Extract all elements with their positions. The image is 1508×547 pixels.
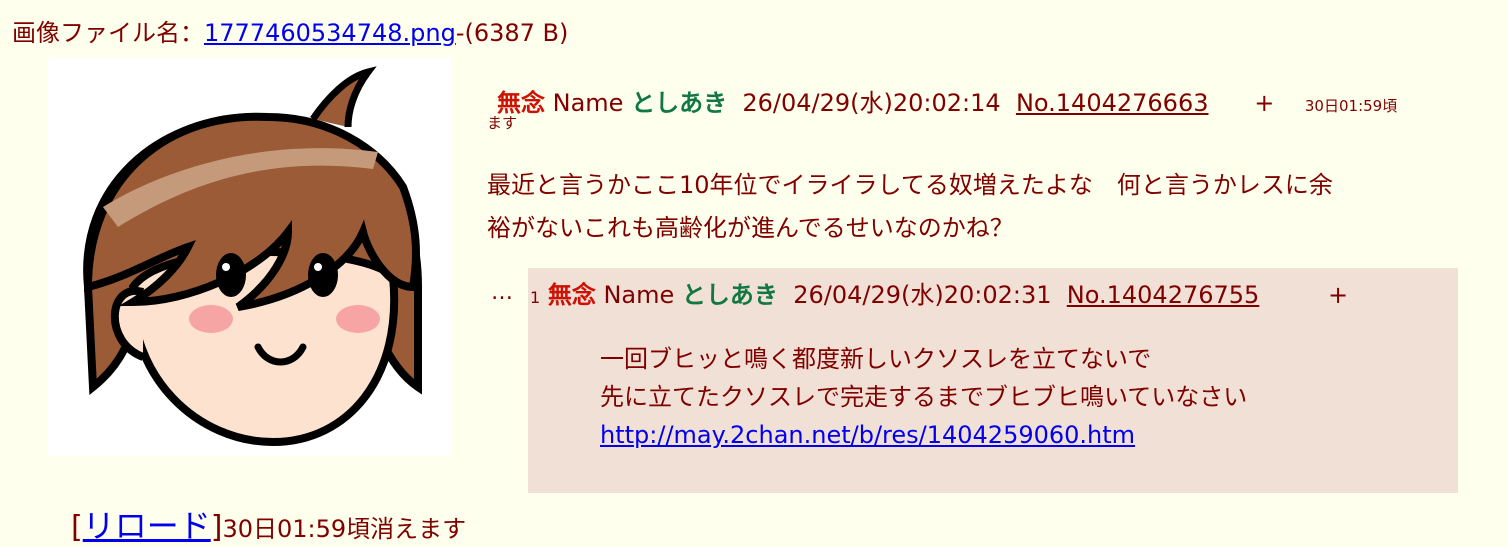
op-datetime: 26/04/29(水)20:02:14 — [742, 89, 1001, 117]
op-expire-prefix: 30日01:59頃 — [1304, 97, 1398, 115]
op-expire-suffix: ます — [487, 114, 518, 132]
reply-ellipsis: … — [491, 280, 513, 305]
op-header: 無念 Name としあき 26/04/29(水)20:02:14 No.1404… — [497, 88, 1397, 121]
op-post-number[interactable]: No.1404276663 — [1016, 89, 1209, 117]
reply-post: 1 無念 Name としあき 26/04/29(水)20:02:31 No.14… — [528, 268, 1458, 493]
file-link[interactable]: 1777460534748.png — [204, 19, 456, 47]
anime-girl-face-icon — [83, 66, 422, 447]
op-name-label: Name — [552, 89, 624, 117]
op-body-line: 最近と言うかここ10年位でイライラしてる奴増えたよな 何と言うかレスに余 — [487, 171, 1333, 199]
reply-header: 1 無念 Name としあき 26/04/29(水)20:02:31 No.14… — [530, 280, 1348, 313]
reply-name: としあき — [681, 281, 778, 309]
reply-subject: 無念 — [547, 281, 596, 309]
reload-close-bracket: ] — [210, 510, 223, 545]
op-del-button[interactable]: + — [1254, 89, 1274, 117]
reply-body-line: 先に立てたクソスレで完走するまでブヒブヒ鳴いていなさい — [600, 383, 1248, 411]
file-label: 画像ファイル名： — [12, 19, 204, 47]
reply-name-label: Name — [603, 281, 675, 309]
reply-del-button[interactable]: + — [1328, 281, 1348, 309]
reply-index: 1 — [530, 288, 541, 307]
reload-open-bracket: [ — [71, 510, 83, 545]
file-info: 画像ファイル名：1777460534748.png-(6387 B) — [12, 18, 568, 48]
op-body: 最近と言うかここ10年位でイライラしてる奴増えたよな 何と言うかレスに余 裕がな… — [487, 164, 1497, 250]
op-body-line: 裕がないこれも高齢化が進んでるせいなのかね？ — [487, 214, 1014, 242]
reload-bar: [リロード]30日01:59頃消えます — [71, 506, 466, 547]
reply-datetime: 26/04/29(水)20:02:31 — [793, 281, 1052, 309]
reply-body-line: 一回ブヒッと鳴く都度新しいクソスレを立てないで — [600, 345, 1152, 373]
reply-body: 一回ブヒッと鳴く都度新しいクソスレを立てないで 先に立てたクソスレで完走するまで… — [600, 340, 1247, 454]
reply-url-link[interactable]: http://may.2chan.net/b/res/1404259060.ht… — [600, 421, 1135, 449]
op-name: としあき — [631, 89, 728, 117]
expire-notice: 30日01:59頃消えます — [222, 515, 467, 543]
reload-link[interactable]: リロード — [83, 507, 211, 545]
reply-post-number[interactable]: No.1404276755 — [1067, 281, 1260, 309]
thread-page: 画像ファイル名：1777460534748.png-(6387 B) 無念 Na… — [0, 0, 1508, 547]
file-size: -(6387 B) — [455, 19, 569, 47]
thread-thumbnail[interactable] — [48, 57, 451, 456]
